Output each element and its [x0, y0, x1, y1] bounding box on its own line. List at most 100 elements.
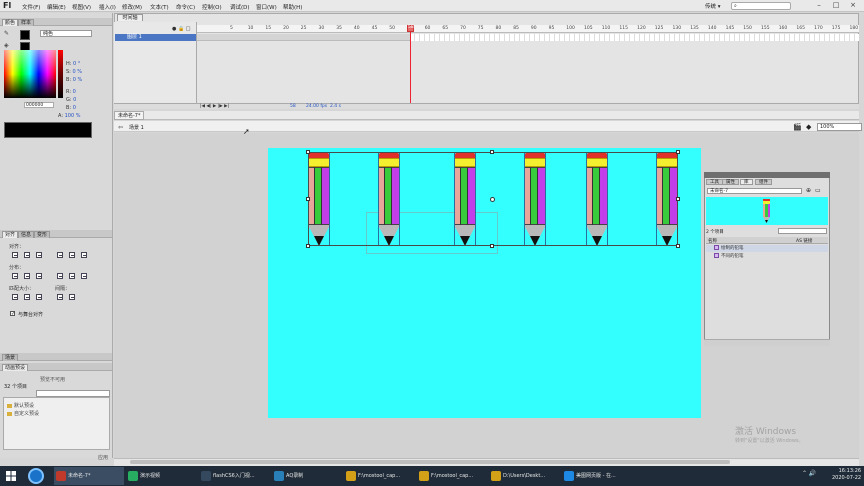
align-option-icon[interactable]	[12, 273, 18, 279]
menu-item[interactable]: 命令(C)	[176, 3, 195, 11]
align-option-icon[interactable]	[24, 273, 30, 279]
scrollbar-thumb[interactable]	[130, 460, 730, 464]
align-option-icon[interactable]	[81, 252, 87, 258]
scene-breadcrumb[interactable]: 场景 1	[129, 124, 144, 131]
library-search-input[interactable]	[778, 228, 827, 234]
apply-preset-button[interactable]: 应用	[72, 454, 108, 461]
transform-handle[interactable]	[676, 244, 680, 248]
transform-handle[interactable]	[676, 197, 680, 201]
library-panel-titlebar[interactable]	[704, 172, 830, 178]
taskbar-clock[interactable]: 16:13:26 2020-07-22	[832, 468, 861, 482]
transform-handle[interactable]	[490, 150, 494, 154]
browser-taskbar-icon[interactable]	[28, 468, 44, 484]
column-name[interactable]: 名称	[708, 238, 717, 244]
transform-handle[interactable]	[306, 150, 310, 154]
minimize-button[interactable]: –	[813, 1, 825, 10]
align-option-icon[interactable]	[57, 273, 63, 279]
red-row[interactable]: R: 0	[66, 89, 76, 95]
tab-color[interactable]: 颜色	[2, 19, 19, 26]
close-button[interactable]: ×	[847, 1, 859, 10]
menu-item[interactable]: 调试(D)	[230, 3, 250, 11]
frame-ruler[interactable]	[197, 25, 859, 33]
align-option-icon[interactable]	[24, 252, 30, 258]
preset-search-input[interactable]	[36, 390, 110, 397]
zoom-select[interactable]: 100%	[817, 123, 862, 131]
fill-type-select[interactable]: 纯色	[40, 30, 92, 37]
new-library-icon[interactable]: ▭	[815, 187, 821, 194]
library-footer-toolbar[interactable]	[704, 339, 830, 346]
maximize-button[interactable]: □	[830, 1, 842, 10]
menu-item[interactable]: 视图(V)	[72, 3, 91, 11]
menu-item[interactable]: 修改(M)	[122, 3, 142, 11]
library-document-select[interactable]: 未命名-7	[707, 188, 802, 194]
empty-frames[interactable]	[410, 34, 859, 41]
align-option-icon[interactable]	[69, 273, 75, 279]
column-linkage[interactable]: AS 链接	[796, 238, 812, 244]
menu-item[interactable]: 文件(F)	[22, 3, 40, 11]
tab-transform[interactable]: 变形	[34, 231, 51, 238]
transform-handle[interactable]	[306, 244, 310, 248]
green-row[interactable]: G: 0	[66, 97, 76, 103]
brightness-slider[interactable]	[58, 50, 63, 98]
pin-icon[interactable]: ⊕	[806, 187, 811, 194]
taskbar-item[interactable]: 未命名-7*	[54, 467, 124, 485]
menu-item[interactable]: 帮助(H)	[283, 3, 302, 11]
system-tray-icons[interactable]: ⌃ 🔊	[802, 470, 816, 477]
playback-controls[interactable]: |◀ ◀| ▶ |▶ ▶|	[200, 104, 229, 109]
alpha-row[interactable]: A: 100 %	[58, 113, 81, 119]
hex-color-input[interactable]: 000000	[24, 102, 54, 108]
layer-toggle-icons[interactable]: ● 🔒 □	[172, 26, 191, 32]
taskbar-item[interactable]: 美图网页版 - 在...	[562, 467, 632, 485]
tab-swatches[interactable]: 样本	[18, 19, 35, 26]
align-option-icon[interactable]	[24, 294, 30, 300]
transform-handle[interactable]	[490, 244, 494, 248]
layer-row[interactable]: 图层 1	[115, 34, 196, 41]
taskbar-item[interactable]: 演示视频	[126, 467, 196, 485]
align-option-icon[interactable]	[36, 273, 42, 279]
stroke-color-swatch[interactable]	[20, 30, 30, 40]
workspace-switcher[interactable]: 传统 ▾	[705, 2, 721, 10]
align-option-icon[interactable]	[12, 294, 18, 300]
align-to-stage-checkbox[interactable]: ✓	[10, 311, 15, 317]
tab-tools[interactable]: 工具	[706, 179, 723, 185]
fill-bucket-icon[interactable]: ◈	[4, 43, 10, 49]
align-option-icon[interactable]	[57, 294, 63, 300]
align-option-icon[interactable]	[12, 252, 18, 258]
brightness-row[interactable]: B: 0 %	[66, 77, 82, 83]
align-option-icon[interactable]	[36, 252, 42, 258]
tab-scene[interactable]: 场景	[2, 354, 19, 361]
taskbar-item[interactable]: AQ录制	[272, 467, 342, 485]
tab-timeline[interactable]: 时间轴	[117, 14, 143, 21]
edit-symbol-icon[interactable]: ◆	[806, 123, 811, 131]
preset-folder-custom[interactable]: 自定义预设	[7, 410, 39, 417]
tab-info[interactable]: 信息	[18, 231, 35, 238]
align-option-icon[interactable]	[81, 273, 87, 279]
menu-item[interactable]: 窗口(W)	[256, 3, 277, 11]
tab-library[interactable]: 库	[740, 179, 753, 185]
edit-scene-icon[interactable]: 🎬	[793, 123, 802, 131]
taskbar-item[interactable]: D:\Users\Deskt...	[489, 467, 559, 485]
filled-frames[interactable]	[197, 34, 410, 41]
stroke-pencil-icon[interactable]: ✎	[4, 31, 10, 37]
taskbar-item[interactable]: F:\mostool_cap...	[344, 467, 414, 485]
align-option-icon[interactable]	[57, 252, 63, 258]
blue-row[interactable]: B: 0	[66, 105, 76, 111]
library-item[interactable]: 不同的铅笔	[706, 253, 828, 260]
menu-item[interactable]: 控制(O)	[202, 3, 222, 11]
align-option-icon[interactable]	[69, 294, 75, 300]
transform-handle[interactable]	[676, 150, 680, 154]
taskbar-item[interactable]: flashCS6入门视...	[199, 467, 269, 485]
align-option-icon[interactable]	[36, 294, 42, 300]
saturation-row[interactable]: S: 0 %	[66, 69, 82, 75]
align-option-icon[interactable]	[69, 252, 75, 258]
tab-properties[interactable]: 属性	[722, 179, 739, 185]
playhead[interactable]	[410, 25, 411, 103]
tab-components[interactable]: 组件	[755, 179, 772, 185]
back-arrow-icon[interactable]: ⇦	[118, 124, 123, 131]
hue-row[interactable]: H: 0 °	[66, 61, 80, 67]
tab-align[interactable]: 对齐	[2, 231, 19, 238]
taskbar-item[interactable]: F:\mostool_cap...	[417, 467, 487, 485]
transform-handle[interactable]	[306, 197, 310, 201]
windows-start-icon[interactable]	[0, 466, 22, 486]
tab-motion-presets[interactable]: 动画预设	[2, 364, 29, 371]
